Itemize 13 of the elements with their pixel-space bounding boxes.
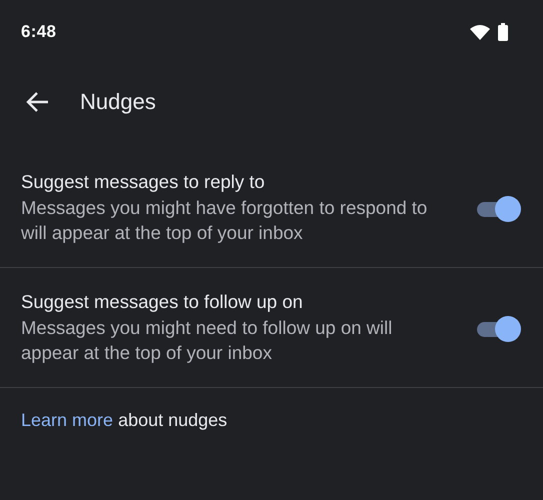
page-title: Nudges — [80, 89, 156, 115]
learn-more-link[interactable]: Learn more — [21, 410, 114, 430]
toggle-switch[interactable] — [475, 196, 521, 222]
toggle-switch[interactable] — [475, 316, 521, 342]
setting-title: Suggest messages to follow up on — [21, 290, 304, 314]
setting-description: Messages you might need to follow up on will appear at the top of your inbox — [21, 316, 394, 365]
status-time: 6:48 — [21, 22, 56, 42]
wifi-icon — [470, 24, 490, 40]
setting-title: Suggest messages to reply to — [21, 170, 266, 194]
setting-description: Messages you might have forgotten to respond to will appear at the top of your inbox — [21, 196, 428, 245]
back-arrow-icon[interactable] — [25, 91, 49, 113]
battery-icon — [498, 23, 508, 41]
learn-more-sentence: Learn more about nudges — [21, 410, 228, 431]
